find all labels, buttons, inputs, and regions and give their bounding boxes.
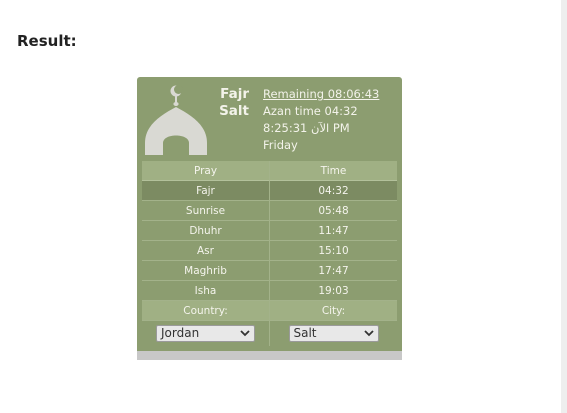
prayer-name: Sunrise — [142, 201, 269, 221]
prayer-name: Maghrib — [142, 261, 269, 281]
day-name: Friday — [263, 138, 298, 152]
chevron-down-icon — [363, 330, 374, 337]
prayer-name: Isha — [142, 281, 269, 301]
prayer-name: Asr — [142, 241, 269, 261]
prayer-time: 11:47 — [269, 221, 397, 241]
table-row: Dhuhr 11:47 — [142, 221, 397, 241]
city-label: City: — [269, 301, 397, 321]
widget-bottom-bar — [137, 351, 402, 360]
prayer-time: 17:47 — [269, 261, 397, 281]
prayer-time: 05:48 — [269, 201, 397, 221]
result-heading: Result: — [17, 32, 77, 50]
country-select-value: Jordan — [161, 326, 200, 340]
prayer-table: Pray Time Fajr 04:32 Sunrise 05:48 Dhuhr… — [142, 161, 397, 346]
prayer-name: Fajr — [142, 181, 269, 201]
azan-time: Azan time 04:32 — [263, 104, 358, 118]
country-select[interactable]: Jordan — [156, 325, 255, 342]
table-row: Asr 15:10 — [142, 241, 397, 261]
mosque-icon — [145, 85, 207, 155]
prayer-times-widget: Fajr Salt Remaining 08:06:43 Azan time 0… — [137, 77, 402, 360]
country-label: Country: — [142, 301, 269, 321]
page: Result: Fajr Salt Remaining 08:06:43 Aza… — [0, 0, 567, 413]
city-select-value: Salt — [293, 326, 317, 340]
location-selects-row: Jordan Salt — [142, 321, 397, 346]
country-select-cell: Jordan — [142, 321, 269, 346]
header-info: Remaining 08:06:43 Azan time 04:32 8:25:… — [263, 86, 401, 154]
header-names: Fajr Salt — [219, 86, 249, 120]
prayer-time: 04:32 — [269, 181, 397, 201]
column-header-time: Time — [269, 161, 397, 181]
city-select[interactable]: Salt — [288, 325, 379, 342]
table-row: Maghrib 17:47 — [142, 261, 397, 281]
column-header-pray: Pray — [142, 161, 269, 181]
prayer-time: 19:03 — [269, 281, 397, 301]
table-row: Isha 19:03 — [142, 281, 397, 301]
table-row: Fajr 04:32 — [142, 181, 397, 201]
current-prayer-name: Fajr — [220, 86, 249, 102]
city-select-cell: Salt — [269, 321, 397, 346]
scrollbar-track[interactable] — [561, 0, 567, 413]
current-time: 8:25:31 الآن PM — [263, 121, 350, 135]
table-row: Sunrise 05:48 — [142, 201, 397, 221]
table-header-row: Pray Time — [142, 161, 397, 181]
prayer-name: Dhuhr — [142, 221, 269, 241]
prayer-time: 15:10 — [269, 241, 397, 261]
chevron-down-icon — [240, 330, 250, 337]
current-city-name: Salt — [219, 103, 249, 119]
remaining-time: Remaining 08:06:43 — [263, 87, 380, 101]
location-labels-row: Country: City: — [142, 301, 397, 321]
